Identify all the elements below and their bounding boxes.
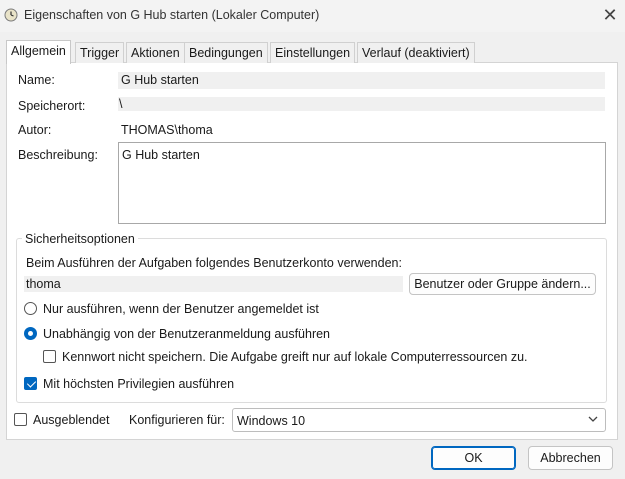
checkbox-no-password[interactable] bbox=[43, 350, 56, 363]
account-prompt: Beim Ausführen der Aufgaben folgendes Be… bbox=[26, 256, 402, 270]
description-value: G Hub starten bbox=[122, 148, 200, 162]
configure-for-value: Windows 10 bbox=[237, 414, 306, 428]
radio-run-logged-on-label[interactable]: Nur ausführen, wenn der Benutzer angemel… bbox=[43, 302, 319, 316]
security-options-title: Sicherheitsoptionen bbox=[22, 232, 138, 246]
tab-settings[interactable]: Einstellungen bbox=[270, 42, 356, 63]
account-field[interactable]: thoma bbox=[24, 276, 403, 292]
configure-for-label: Konfigurieren für: bbox=[129, 413, 225, 427]
checkbox-hidden-label[interactable]: Ausgeblendet bbox=[33, 413, 109, 427]
tab-trigger[interactable]: Trigger bbox=[75, 42, 125, 63]
change-user-button[interactable]: Benutzer oder Gruppe ändern... bbox=[409, 273, 596, 295]
name-label: Name: bbox=[18, 73, 55, 87]
author-label: Autor: bbox=[18, 123, 52, 137]
configure-for-select[interactable]: Windows 10 bbox=[232, 408, 606, 432]
cancel-button[interactable]: Abbrechen bbox=[528, 446, 613, 470]
name-field[interactable]: G Hub starten bbox=[118, 72, 605, 89]
ok-button[interactable]: OK bbox=[431, 446, 516, 470]
location-field[interactable]: \ bbox=[118, 97, 605, 111]
checkbox-highest-privileges-label[interactable]: Mit höchsten Privilegien ausführen bbox=[43, 377, 234, 391]
tab-general[interactable]: Allgemein bbox=[6, 40, 71, 64]
radio-run-logged-on[interactable] bbox=[24, 302, 37, 315]
radio-run-independent-label[interactable]: Unabhängig von der Benutzeranmeldung aus… bbox=[43, 327, 330, 341]
close-icon[interactable]: ✕ bbox=[600, 5, 620, 25]
account-value: thoma bbox=[26, 277, 61, 291]
chevron-down-icon bbox=[588, 416, 598, 422]
checkbox-highest-privileges[interactable] bbox=[24, 377, 37, 390]
task-scheduler-clock-icon bbox=[4, 8, 18, 22]
tab-conditions[interactable]: Bedingungen bbox=[184, 42, 268, 63]
location-value: \ bbox=[119, 97, 123, 111]
name-value: G Hub starten bbox=[121, 73, 199, 87]
description-textarea[interactable]: G Hub starten bbox=[118, 142, 606, 224]
location-label: Speicherort: bbox=[18, 99, 86, 113]
checkbox-hidden[interactable] bbox=[14, 413, 27, 426]
radio-run-independent[interactable] bbox=[24, 327, 37, 340]
author-value: THOMAS\thoma bbox=[121, 123, 213, 137]
tab-history[interactable]: Verlauf (deaktiviert) bbox=[357, 42, 475, 63]
window-title: Eigenschaften von G Hub starten (Lokaler… bbox=[24, 8, 320, 22]
checkbox-no-password-label[interactable]: Kennwort nicht speichern. Die Aufgabe gr… bbox=[62, 350, 528, 364]
tab-actions[interactable]: Aktionen bbox=[126, 42, 185, 63]
description-label: Beschreibung: bbox=[18, 148, 98, 162]
